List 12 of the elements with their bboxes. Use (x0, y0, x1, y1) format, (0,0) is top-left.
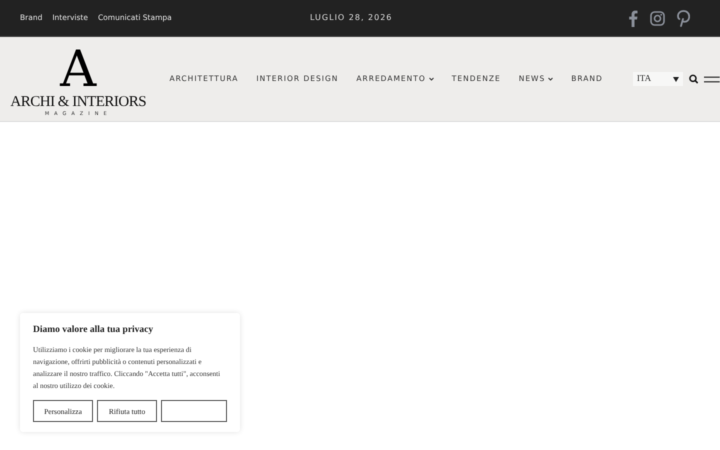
instagram-icon[interactable] (650, 10, 665, 26)
date-text: LUGLIO 28, 2026 (310, 12, 392, 24)
blank-button[interactable] (161, 400, 227, 422)
pinterest-icon[interactable] (677, 10, 690, 26)
language-select[interactable]: ITA (632, 72, 684, 86)
search-icon[interactable] (689, 74, 698, 84)
dropdown-caret-icon (673, 76, 680, 82)
menu-icon[interactable] (704, 76, 720, 82)
cookie-title: Diamo valore alla tua privacy (33, 324, 154, 337)
facebook-icon[interactable] (628, 10, 638, 26)
logo-name: ARCHI & INTERIORS (10, 94, 146, 111)
logo-mark: A (60, 44, 96, 94)
